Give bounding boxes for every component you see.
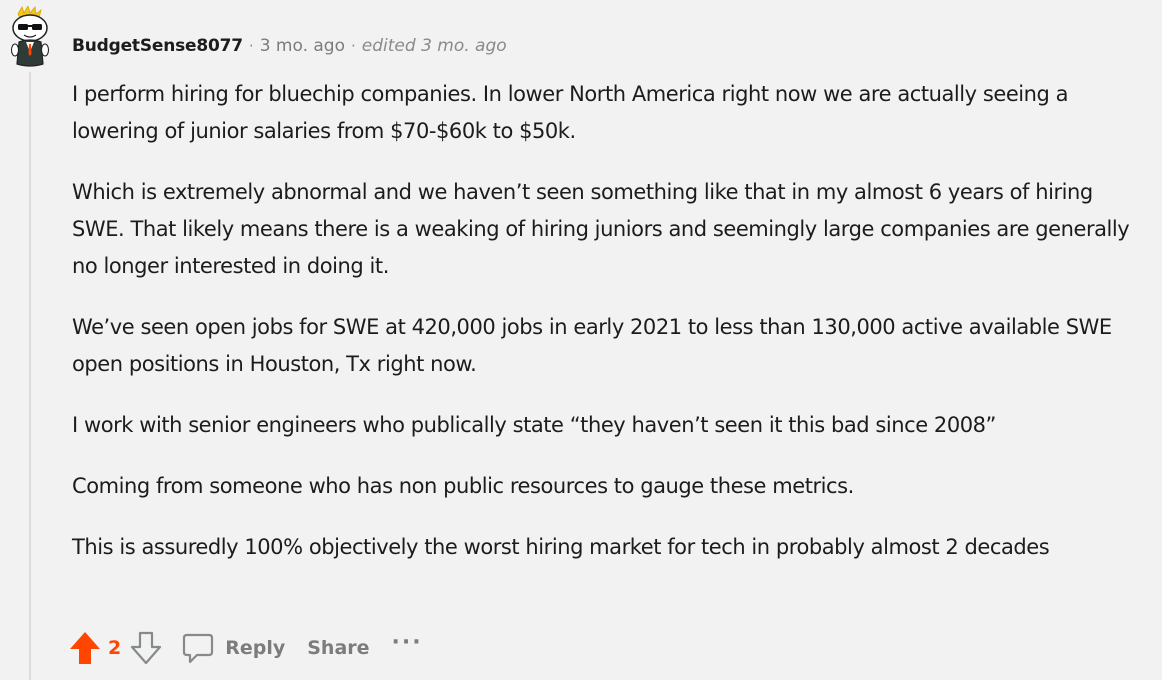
upvote-arrow-icon[interactable] <box>68 630 102 666</box>
comment-paragraph: Coming from someone who has non public r… <box>72 474 854 498</box>
meta-separator: · <box>351 37 356 55</box>
comment-paragraph: I work with senior engineers who publica… <box>72 413 996 437</box>
comment: BudgetSense8077 · 3 mo. ago · edited 3 m… <box>0 0 1162 680</box>
meta-separator: · <box>248 37 254 55</box>
more-options-icon[interactable]: ··· <box>392 630 423 655</box>
comment-actions: 2 Reply Share ··· <box>68 628 423 668</box>
comment-paragraph: Which is extremely abnormal and we haven… <box>72 180 1130 278</box>
reply-button[interactable]: Reply <box>181 630 285 666</box>
comment-header: BudgetSense8077 · 3 mo. ago · edited 3 m… <box>72 34 507 58</box>
thread-collapse-line[interactable] <box>29 72 31 680</box>
comment-timestamp[interactable]: 3 mo. ago <box>260 36 345 56</box>
edited-timestamp: edited 3 mo. ago <box>361 36 507 56</box>
reply-label: Reply <box>225 637 286 659</box>
vote-score: 2 <box>108 637 122 659</box>
comment-bubble-icon <box>181 630 215 666</box>
share-button[interactable]: Share <box>307 637 369 659</box>
author-username[interactable]: BudgetSense8077 <box>72 36 243 56</box>
comment-paragraph: I perform hiring for bluechip companies.… <box>72 82 1069 143</box>
user-avatar[interactable] <box>6 4 54 70</box>
comment-body: I perform hiring for bluechip companies.… <box>72 76 1142 590</box>
comment-paragraph: We’ve seen open jobs for SWE at 420,000 … <box>72 315 1112 376</box>
downvote-arrow-icon[interactable] <box>129 630 163 666</box>
comment-paragraph: This is assuredly 100% objectively the w… <box>72 535 1050 559</box>
